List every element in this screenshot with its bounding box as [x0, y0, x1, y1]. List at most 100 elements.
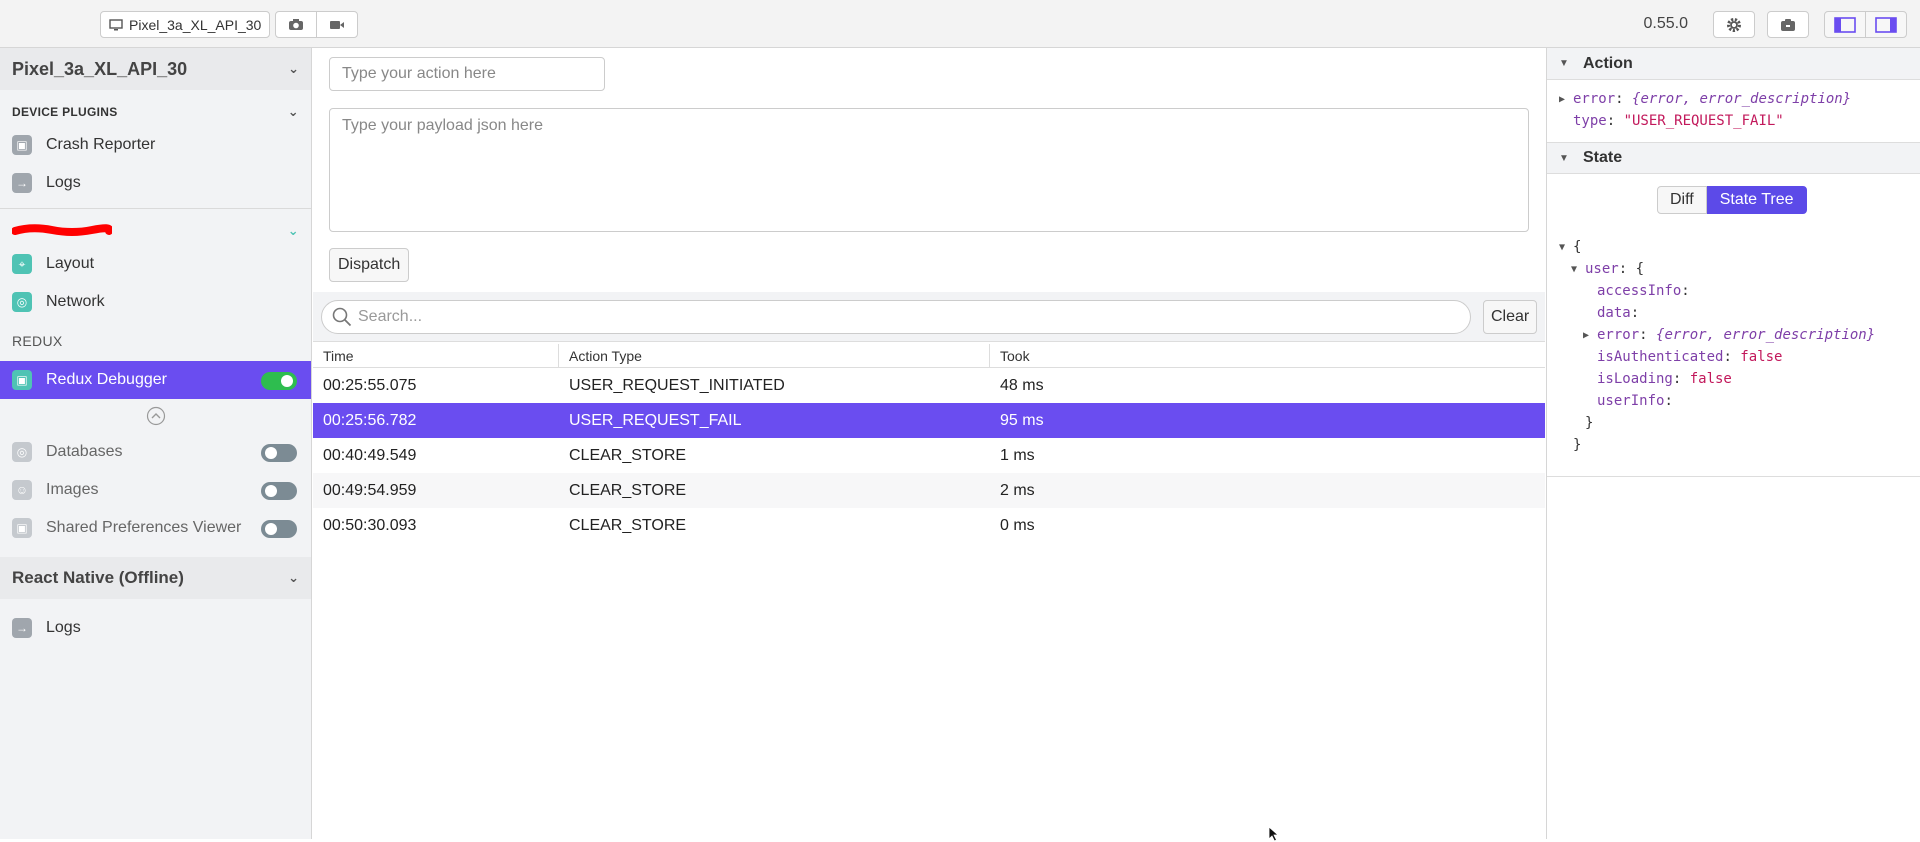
search-placeholder: Search...	[358, 308, 423, 325]
cell-time: 00:25:56.782	[323, 411, 417, 429]
rage-shake-button[interactable]	[1767, 11, 1809, 38]
sidebar-item-label: Logs	[46, 174, 81, 191]
video-camera-icon	[330, 20, 344, 29]
sidebar-item-shared-preferences[interactable]: ▣ Shared Preferences Viewer	[0, 509, 311, 547]
settings-button[interactable]	[1713, 11, 1755, 38]
sidebar-item-label: Redux Debugger	[46, 371, 167, 388]
column-header-action-type[interactable]: Action Type	[559, 344, 990, 367]
table-body: 00:25:55.075 USER_REQUEST_INITIATED 48 m…	[313, 368, 1545, 543]
table-row[interactable]: 00:40:49.549 CLEAR_STORE 1 ms	[313, 438, 1545, 473]
state-tree: ▼{ ▼ user: { accessInfo: data: ▶ error: {e…	[1559, 236, 1875, 456]
top-toolbar: Pixel_3a_XL_API_30 0.55.0	[0, 0, 1920, 48]
sidebar-item-logs[interactable]: → Logs	[0, 164, 311, 202]
clear-button[interactable]: Clear	[1483, 300, 1538, 334]
table-row-selected[interactable]: 00:25:56.782 USER_REQUEST_FAIL 95 ms	[313, 403, 1545, 438]
column-header-time[interactable]: Time	[313, 344, 559, 367]
tree-key: accessInfo	[1597, 283, 1682, 299]
sidebar-item-crash-reporter[interactable]: ▣ Crash Reporter	[0, 126, 311, 164]
tree-node-user[interactable]: ▼ user: {	[1559, 258, 1875, 280]
tree-node-data: data:	[1597, 305, 1640, 321]
sidebar-item-label: Crash Reporter	[46, 136, 156, 153]
expand-triangle-icon: ▶	[1559, 93, 1566, 105]
dispatch-button[interactable]: Dispatch	[329, 248, 410, 282]
tree-key: error	[1597, 327, 1640, 343]
cell-time: 00:25:55.075	[323, 376, 417, 394]
tree-node-error[interactable]: ▶ error: {error, error_description}	[1559, 324, 1875, 346]
tree-root[interactable]: ▼{	[1559, 236, 1875, 258]
box-icon: ▣	[12, 135, 32, 155]
device-plugins-heading: DEVICE PLUGINS	[12, 105, 118, 119]
plugin-disabled-toggle[interactable]	[261, 444, 297, 462]
device-selector-label: Pixel_3a_XL_API_30	[129, 16, 262, 33]
tree-brace-close: }	[1573, 437, 1582, 453]
sidebar-item-network[interactable]: ◎ Network	[0, 283, 311, 321]
action-heading: Action	[1583, 54, 1633, 72]
expand-triangle-icon: ▼	[1571, 263, 1578, 275]
record-button[interactable]	[316, 11, 358, 38]
sidebar-item-images[interactable]: ☺ Images	[0, 471, 311, 509]
box-icon: ▣	[12, 518, 32, 538]
table-row[interactable]: 00:50:30.093 CLEAR_STORE 0 ms	[313, 508, 1545, 543]
tree-brace-close: }	[1585, 415, 1594, 431]
toggle-left-sidebar-button[interactable]	[1824, 11, 1866, 38]
arrow-right-icon: →	[12, 173, 32, 193]
state-section-header[interactable]: ▼ State	[1547, 142, 1920, 174]
tree-key: user	[1585, 261, 1619, 277]
tree-node-type: type: "USER_REQUEST_FAIL"	[1573, 113, 1784, 129]
search-input[interactable]: Search...	[321, 300, 1471, 334]
diff-tab[interactable]: Diff	[1657, 186, 1707, 214]
tree-key: error	[1573, 91, 1616, 107]
state-tree-tab[interactable]: State Tree	[1706, 186, 1807, 214]
image-icon: ☺	[12, 480, 32, 500]
tree-node-is-loading: isLoading: false	[1597, 371, 1732, 387]
screenshot-button[interactable]	[275, 11, 317, 38]
tree-brace: {	[1573, 239, 1582, 255]
device-plugins-section[interactable]: DEVICE PLUGINS ⌄	[0, 90, 311, 126]
tree-value: {error, error_description}	[1632, 91, 1852, 107]
cell-time: 00:49:54.959	[323, 481, 417, 499]
app-section[interactable]: ⌄	[0, 215, 311, 245]
tree-key: isAuthenticated	[1597, 349, 1724, 365]
expand-triangle-icon: ▼	[1559, 241, 1566, 253]
cell-time: 00:50:30.093	[323, 516, 417, 534]
sidebar-item-label: Network	[46, 293, 105, 310]
divider	[0, 208, 311, 209]
action-type-input[interactable]: Type your action here	[329, 57, 605, 91]
plugin-disabled-toggle[interactable]	[261, 482, 297, 500]
cell-action-type: CLEAR_STORE	[569, 481, 687, 499]
tree-value: "USER_REQUEST_FAIL"	[1623, 113, 1784, 129]
tree-brace: {	[1635, 261, 1645, 277]
column-header-took[interactable]: Took	[990, 344, 1545, 367]
sidebar-item-redux-debugger[interactable]: ▣ Redux Debugger	[0, 361, 311, 399]
plugin-enabled-toggle[interactable]	[261, 372, 297, 390]
table-row[interactable]: 00:49:54.959 CLEAR_STORE 2 ms	[313, 473, 1545, 508]
redux-debugger-main: Type your action here Type your payload …	[313, 48, 1545, 842]
tree-node-is-authenticated: isAuthenticated: false	[1597, 349, 1783, 365]
sidebar-item-layout[interactable]: ⌖ Layout	[0, 245, 311, 283]
sidebar-item-label: Layout	[46, 255, 95, 272]
sidebar-item-rn-logs[interactable]: → Logs	[0, 609, 311, 647]
redaction-scribble	[12, 224, 112, 236]
state-view-toggle: Diff State Tree	[1657, 186, 1807, 214]
collapse-triangle-icon: ▼	[1559, 152, 1569, 164]
plugin-disabled-toggle[interactable]	[261, 520, 297, 538]
cell-took: 2 ms	[1000, 481, 1035, 499]
tree-key: userInfo	[1597, 393, 1665, 409]
table-row[interactable]: 00:25:55.075 USER_REQUEST_INITIATED 48 m…	[313, 368, 1545, 403]
sidebar-item-databases[interactable]: ◎ Databases	[0, 433, 311, 471]
tree-node-error[interactable]: ▶ error: {error, error_description}	[1559, 88, 1908, 110]
database-icon: ◎	[12, 442, 32, 462]
device-selector-button[interactable]: Pixel_3a_XL_API_30	[100, 11, 271, 38]
tree-node-access-info: accessInfo:	[1597, 283, 1690, 299]
toggle-right-sidebar-button[interactable]	[1865, 11, 1907, 38]
payload-json-textarea[interactable]: Type your payload json here	[329, 108, 1529, 232]
react-native-header[interactable]: React Native (Offline) ⌄	[0, 557, 311, 599]
mouse-cursor	[1268, 826, 1280, 842]
device-header[interactable]: Pixel_3a_XL_API_30 ⌄	[0, 48, 311, 90]
tree-value: {error, error_description}	[1656, 327, 1876, 343]
sidebar-item-label: Logs	[46, 619, 81, 636]
sidebar-item-label: Databases	[46, 443, 123, 460]
action-section-header[interactable]: ▼ Action	[1547, 48, 1920, 80]
collapse-disabled-button[interactable]	[0, 399, 311, 433]
layout-icon: ⌖	[12, 254, 32, 274]
